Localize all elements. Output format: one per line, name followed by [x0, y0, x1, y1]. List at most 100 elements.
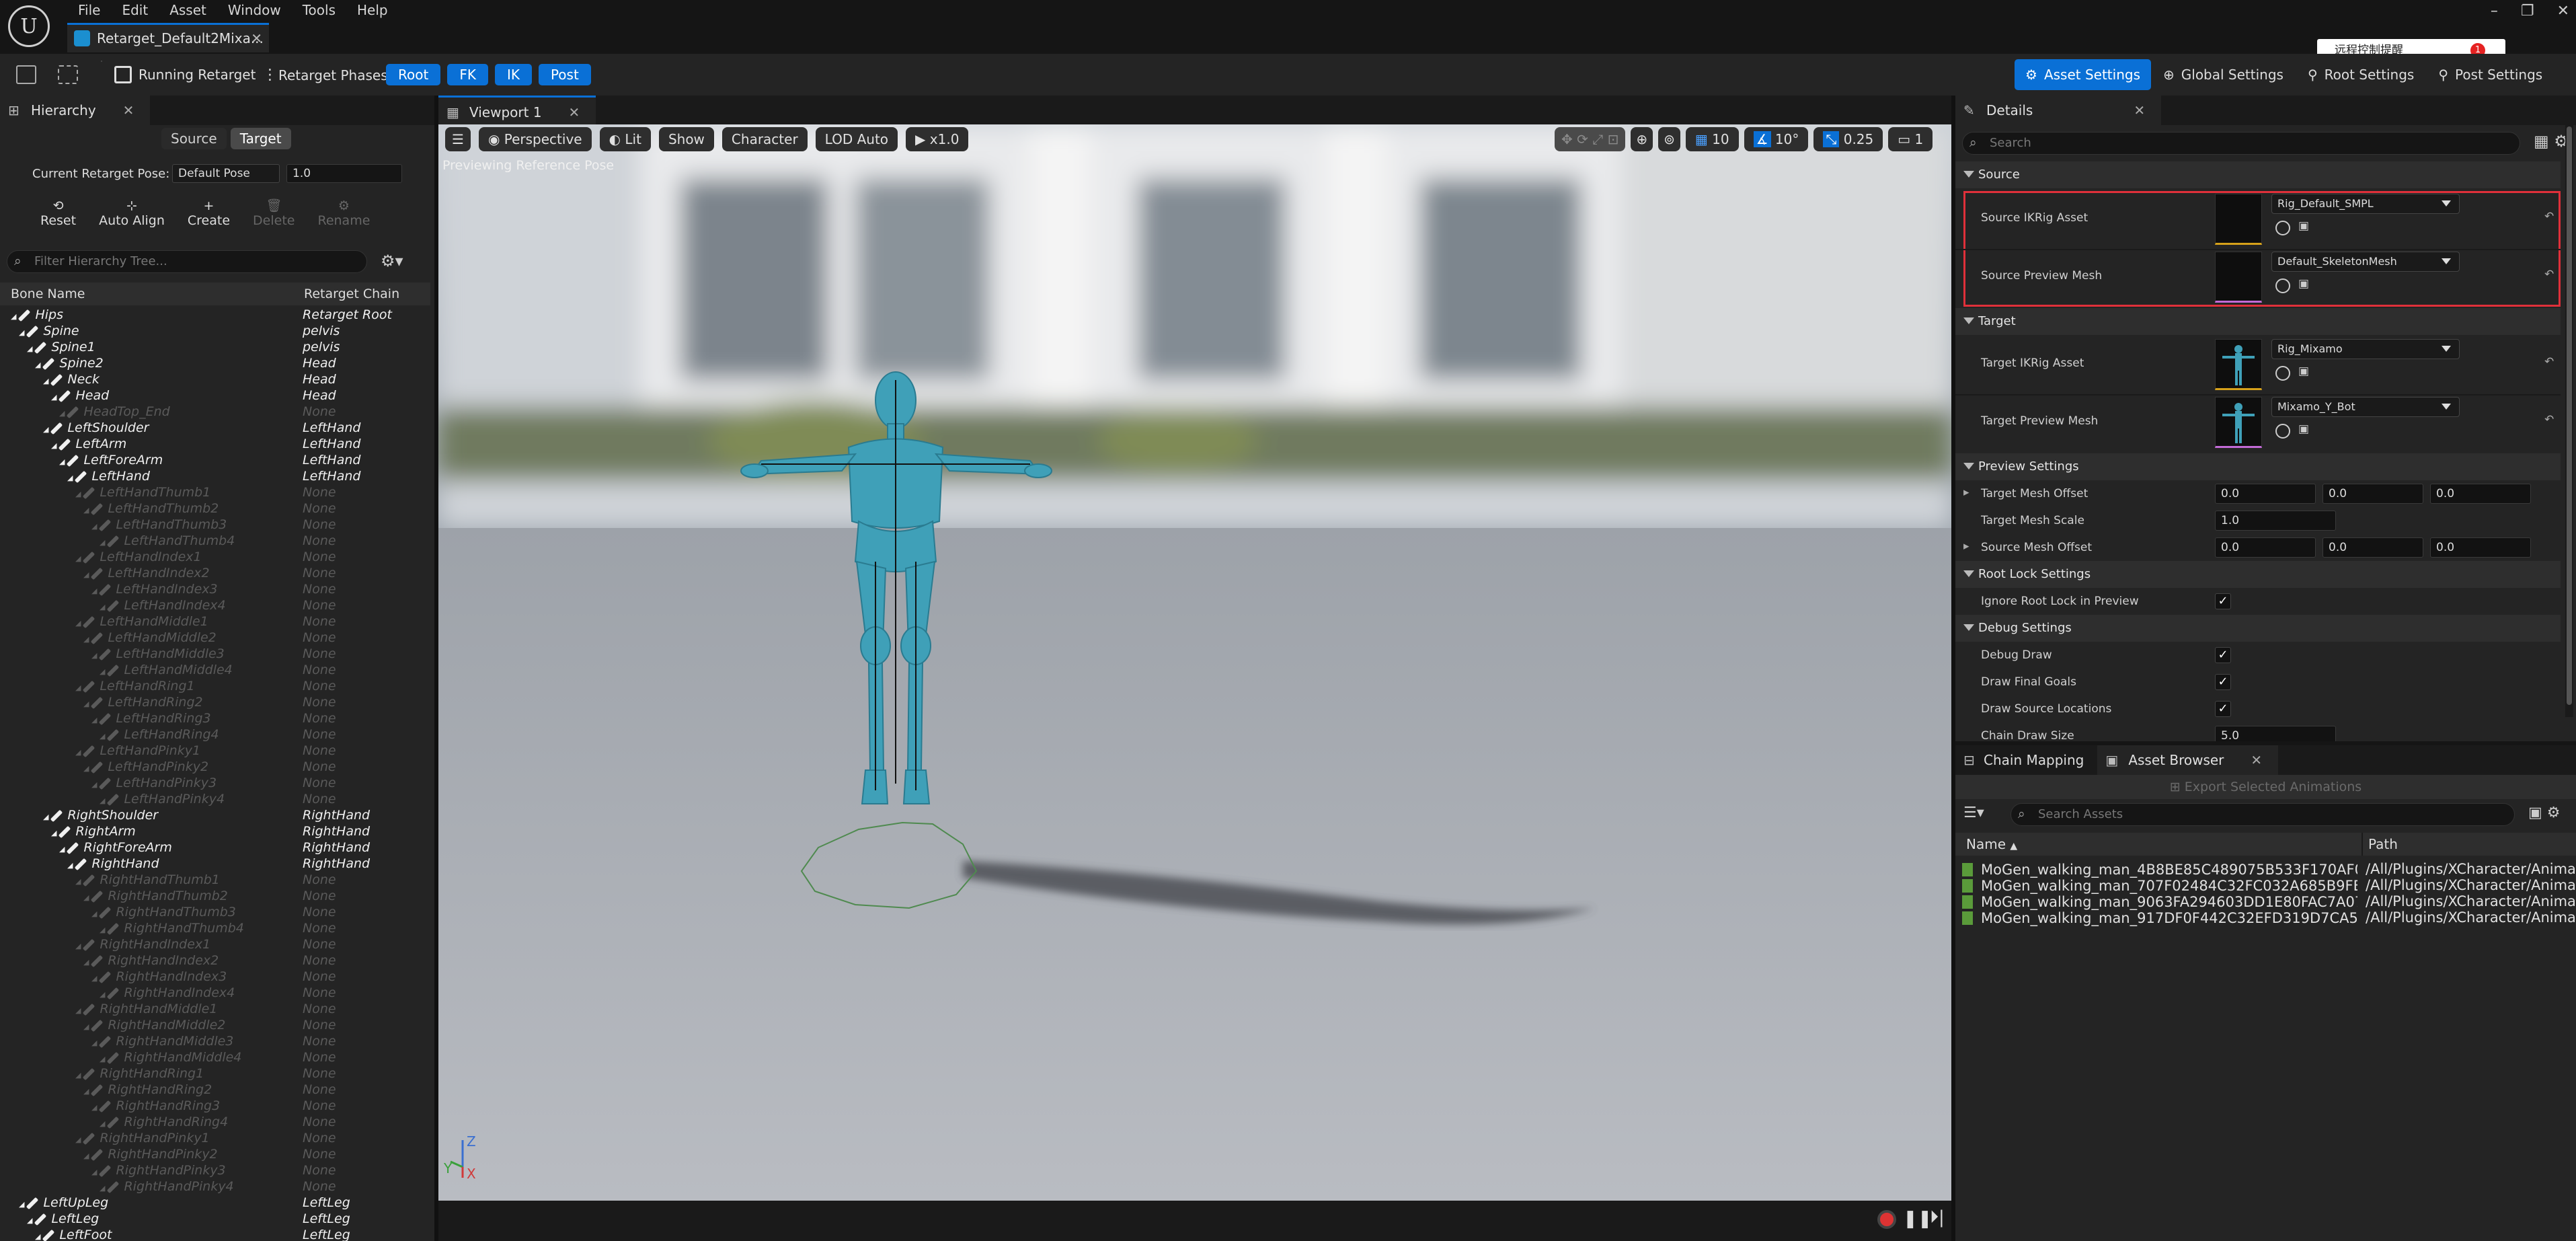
expand-arrow-icon[interactable]: ◢	[83, 1087, 89, 1096]
tree-row[interactable]: ◢ LeftHandMiddle2 None	[0, 630, 430, 646]
rename-button[interactable]: ⚙ Rename	[317, 198, 370, 228]
asset-settings-button[interactable]: ⚙ Asset Settings	[2015, 59, 2151, 90]
tree-row[interactable]: ◢ RightHandRing2 None	[0, 1082, 430, 1098]
step-forward-icon[interactable]: ⏵|	[1930, 1207, 1945, 1228]
expand-arrow-icon[interactable]: ◢	[27, 344, 32, 353]
target-mesh-scale-input[interactable]: 1.0	[2215, 511, 2336, 531]
tree-row[interactable]: ◢ LeftUpLeg LeftLeg	[0, 1195, 430, 1211]
tree-row[interactable]: ◢ LeftHandThumb3 None	[0, 517, 430, 533]
expand-arrow-icon[interactable]: ◢	[100, 732, 105, 741]
expand-arrow-icon[interactable]: ◢	[83, 635, 89, 644]
tree-row[interactable]: ◢ LeftHandMiddle1 None	[0, 613, 430, 630]
tree-row[interactable]: ◢ RightShoulder RightHand	[0, 807, 430, 823]
scale-snap-button[interactable]: ⤡ 0.25	[1813, 127, 1883, 151]
menu-file[interactable]: File	[67, 0, 111, 20]
tree-row[interactable]: ◢ LeftArm LeftHand	[0, 436, 430, 452]
retarget-chain-header[interactable]: Retarget Chain	[304, 283, 399, 305]
browse-folder-icon[interactable]: ▣	[2298, 422, 2309, 436]
asset-search[interactable]: ⌕ Search Assets	[2011, 803, 2515, 826]
name-column-header[interactable]: Name ▲	[1966, 833, 2017, 858]
running-retarget-button[interactable]: Running Retarget ⋮	[114, 54, 277, 96]
tree-row[interactable]: ◢ LeftHandPinky3 None	[0, 775, 430, 791]
tree-row[interactable]: ◢ RightHandPinky3 None	[0, 1162, 430, 1178]
expand-arrow-icon[interactable]: ◢	[91, 651, 97, 660]
expand-arrow-icon[interactable]: ◢	[43, 377, 48, 385]
source-ikrig-dropdown[interactable]: Rig_Default_SMPL	[2271, 194, 2460, 214]
use-selected-icon[interactable]	[2275, 278, 2290, 293]
expand-arrow-icon[interactable]: ◢	[100, 1184, 105, 1193]
tree-row[interactable]: ◢ Spine1 pelvis	[0, 339, 430, 355]
tree-row[interactable]: ◢ LeftHand LeftHand	[0, 468, 430, 484]
tree-row[interactable]: ◢ RightHandThumb3 None	[0, 904, 430, 920]
phase-fk-toggle[interactable]: FK	[447, 64, 488, 85]
expand-arrow-icon[interactable]: ◢	[83, 893, 89, 902]
details-scrollbar[interactable]	[2565, 125, 2573, 717]
bone-name-header[interactable]: Bone Name	[11, 283, 85, 305]
hierarchy-filter[interactable]: ⌕ Filter Hierarchy Tree...	[7, 250, 367, 273]
tree-row[interactable]: ◢ LeftHandIndex2 None	[0, 565, 430, 581]
asset-row[interactable]: MoGen_walking_man_9063FA294603DD1E80FAC7…	[1962, 893, 2576, 910]
asset-browser-tab[interactable]: ▣ Asset Browser ✕	[2097, 745, 2279, 775]
auto-align-button[interactable]: ⊹ Auto Align	[99, 198, 165, 228]
settings-gear-icon[interactable]: ⚙▾	[381, 252, 403, 270]
draw-source-locations-checkbox[interactable]: ✓	[2215, 701, 2231, 717]
tree-row[interactable]: ◢ LeftHandThumb4 None	[0, 533, 430, 549]
target-ikrig-dropdown[interactable]: Rig_Mixamo	[2271, 339, 2460, 359]
expand-arrow-icon[interactable]: ◢	[75, 748, 81, 757]
browse-folder-icon[interactable]: ▣	[2298, 219, 2309, 233]
tree-row[interactable]: ◢ RightHandIndex4 None	[0, 985, 430, 1001]
section-preview-settings[interactable]: Preview Settings	[1955, 453, 2561, 480]
reset-to-default-icon[interactable]: ↶	[2544, 413, 2554, 426]
expand-arrow-icon[interactable]: ◢	[51, 441, 56, 450]
grid-snap-button[interactable]: ▦ 10	[1685, 127, 1739, 151]
browse-folder-icon[interactable]: ▣	[2298, 277, 2309, 291]
tree-row[interactable]: ◢ RightHandThumb2 None	[0, 888, 430, 904]
target-offset-z[interactable]: 0.0	[2430, 484, 2531, 504]
pause-icon[interactable]: ❚❚	[1903, 1209, 1933, 1229]
tree-row[interactable]: ◢ RightHandIndex3 None	[0, 969, 430, 985]
section-source[interactable]: Source	[1955, 161, 2561, 188]
lit-button[interactable]: ◐ Lit	[599, 127, 651, 151]
tree-row[interactable]: ◢ LeftHandPinky1 None	[0, 743, 430, 759]
reset-to-default-icon[interactable]: ↶	[2544, 355, 2554, 369]
expand-arrow-icon[interactable]: ◢	[59, 409, 65, 418]
tree-row[interactable]: ◢ RightHandPinky2 None	[0, 1146, 430, 1162]
use-selected-icon[interactable]	[2275, 424, 2290, 439]
expand-arrow-icon[interactable]: ◢	[35, 361, 40, 369]
expand-arrow-icon[interactable]: ◢	[59, 457, 65, 466]
close-icon[interactable]: ✕	[569, 104, 580, 120]
expand-arrow-icon[interactable]: ◢	[67, 861, 73, 870]
draw-final-goals-checkbox[interactable]: ✓	[2215, 674, 2231, 690]
tree-row[interactable]: ◢ Spine2 Head	[0, 355, 430, 371]
folder-settings-icon[interactable]: ▣ ⚙	[2528, 804, 2561, 821]
expand-arrow-icon[interactable]: ▸	[1963, 539, 1969, 553]
reset-to-default-icon[interactable]: ↶	[2544, 210, 2554, 223]
expand-arrow-icon[interactable]: ◢	[51, 393, 56, 402]
expand-arrow-icon[interactable]: ◢	[67, 474, 73, 482]
menu-edit[interactable]: Edit	[111, 0, 159, 20]
pose-blend-input[interactable]: 1.0	[286, 164, 402, 183]
rotation-snap-button[interactable]: ∡ 10°	[1744, 127, 1809, 151]
expand-arrow-icon[interactable]: ◢	[75, 490, 81, 498]
close-window-button[interactable]: ✕	[2557, 3, 2569, 20]
perspective-button[interactable]: ◉ Perspective	[478, 127, 592, 151]
tree-row[interactable]: ◢ RightArm RightHand	[0, 823, 430, 839]
expand-arrow-icon[interactable]: ◢	[27, 1216, 32, 1225]
record-icon[interactable]	[1877, 1210, 1896, 1229]
tree-row[interactable]: ◢ Spine pelvis	[0, 323, 430, 339]
tree-row[interactable]: ◢ RightHandMiddle1 None	[0, 1001, 430, 1017]
unreal-logo[interactable]: U	[8, 5, 50, 47]
expand-arrow-icon[interactable]: ◢	[100, 667, 105, 676]
expand-arrow-icon[interactable]: ◢	[91, 974, 97, 983]
viewport-tab[interactable]: ▦ Viewport 1 ✕	[438, 96, 596, 125]
tree-row[interactable]: ◢ LeftHandPinky4 None	[0, 791, 430, 807]
tree-row[interactable]: ◢ RightForeArm RightHand	[0, 839, 430, 856]
target-offset-x[interactable]: 0.0	[2215, 484, 2316, 504]
menu-window[interactable]: Window	[217, 0, 292, 20]
tree-row[interactable]: ◢ RightHandIndex1 None	[0, 936, 430, 952]
close-icon[interactable]: ✕	[123, 102, 134, 118]
expand-arrow-icon[interactable]: ◢	[43, 813, 48, 821]
tree-row[interactable]: ◢ HeadTop_End None	[0, 404, 430, 420]
tree-row[interactable]: ◢ LeftHandRing3 None	[0, 710, 430, 726]
hamburger-icon[interactable]: ☰	[445, 127, 471, 151]
